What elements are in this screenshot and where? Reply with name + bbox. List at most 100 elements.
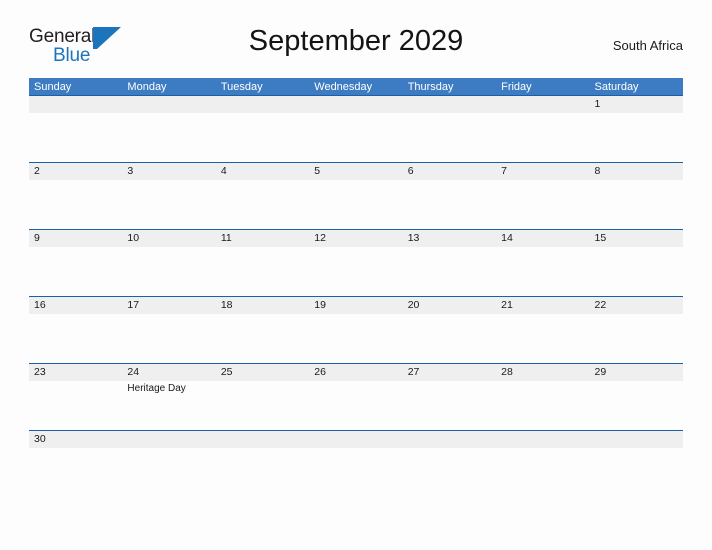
day-number-30[interactable]: 30: [29, 431, 122, 448]
calendar-grid: Sunday Monday Tuesday Wednesday Thursday Frid…: [29, 78, 683, 498]
page-header: General Blue September 2029 South Africa: [29, 22, 683, 70]
calendar-weeks: 1 2 3 4 5 6 7 8 9 10 11 12 13 14 15 16 17 18 19 20 21 22 23 24 2…: [29, 95, 683, 498]
day-event-cell: [29, 247, 122, 297]
day-event-cell: [216, 180, 309, 230]
week-events-row: [29, 247, 683, 297]
day-number-11[interactable]: 11: [216, 230, 309, 247]
day-number-10[interactable]: 10: [122, 230, 215, 247]
day-event-cell: [309, 247, 402, 297]
week-number-band: 2345678: [29, 163, 683, 180]
day-number-3[interactable]: 3: [122, 163, 215, 180]
week-events-row: [29, 113, 683, 163]
day-header-saturday: Saturday: [594, 81, 639, 93]
day-header-monday: Monday: [127, 81, 167, 93]
week-number-band: 1: [29, 96, 683, 113]
week-events-row: [29, 180, 683, 230]
day-event-cell: [216, 113, 309, 163]
day-event-cell: [403, 448, 496, 498]
region-label: South Africa: [612, 38, 683, 53]
day-number-4[interactable]: 4: [216, 163, 309, 180]
day-event-cell: [496, 180, 589, 230]
day-number-26[interactable]: 26: [309, 364, 402, 381]
day-event-cell[interactable]: Heritage Day: [122, 381, 215, 431]
day-number-7[interactable]: 7: [496, 163, 589, 180]
day-event-cell: [122, 113, 215, 163]
day-number-25[interactable]: 25: [216, 364, 309, 381]
day-number-6[interactable]: 6: [403, 163, 496, 180]
day-header-tuesday: Tuesday: [220, 81, 263, 93]
day-number-14[interactable]: 14: [496, 230, 589, 247]
day-event-cell: [216, 247, 309, 297]
day-number-16[interactable]: 16: [29, 297, 122, 314]
day-event-cell: [309, 113, 402, 163]
day-event-cell: [309, 381, 402, 431]
day-number-1[interactable]: 1: [590, 96, 683, 113]
day-header-friday: Friday: [501, 81, 532, 93]
day-event-cell: [29, 448, 122, 498]
day-event-cell: [496, 381, 589, 431]
day-number-18[interactable]: 18: [216, 297, 309, 314]
day-event-cell: [122, 180, 215, 230]
day-number-12[interactable]: 12: [309, 230, 402, 247]
day-event-cell: [122, 448, 215, 498]
day-event-cell: [216, 314, 309, 364]
day-number-29[interactable]: 29: [590, 364, 683, 381]
day-event-cell: [29, 180, 122, 230]
day-number-28[interactable]: 28: [496, 364, 589, 381]
day-event-cell: [403, 247, 496, 297]
day-number-8[interactable]: 8: [590, 163, 683, 180]
day-event-cell: [496, 448, 589, 498]
calendar-week-row: 9 10 11 12 13 14 15: [29, 229, 683, 297]
day-number-17[interactable]: 17: [122, 297, 215, 314]
day-event-cell: [29, 113, 122, 163]
day-header-wednesday: Wednesday: [314, 81, 373, 93]
day-event-cell: [122, 247, 215, 297]
day-event-cell: [590, 113, 683, 163]
day-number-15[interactable]: 15: [590, 230, 683, 247]
week-number-band: 23 24 25 26 27 28 29: [29, 364, 683, 381]
day-number-5[interactable]: 5: [309, 163, 402, 180]
day-event-cell: [590, 180, 683, 230]
day-number-13[interactable]: 13: [403, 230, 496, 247]
day-event-cell: [122, 314, 215, 364]
page-title: September 2029: [248, 25, 464, 57]
day-number-24[interactable]: 24: [122, 364, 215, 381]
day-number-19[interactable]: 19: [309, 297, 402, 314]
day-event-cell: [496, 314, 589, 364]
calendar-week-row: 1: [29, 95, 683, 163]
week-number-band: 9 10 11 12 13 14 15: [29, 230, 683, 247]
day-of-week-header-row: Sunday Monday Tuesday Wednesday Thursday Frid…: [29, 78, 683, 96]
day-number-2[interactable]: 2: [29, 163, 122, 180]
day-number-23[interactable]: 23: [29, 364, 122, 381]
day-event-cell: [216, 381, 309, 431]
day-number-27[interactable]: 27: [403, 364, 496, 381]
day-event-cell: [403, 381, 496, 431]
calendar-week-row: 16 17 18 19 20 21 22: [29, 296, 683, 364]
day-event-cell: [309, 180, 402, 230]
day-event-cell: [216, 448, 309, 498]
day-event-cell: [309, 314, 402, 364]
week-number-band: 30: [29, 431, 683, 448]
day-event-cell: [403, 180, 496, 230]
day-event-cell: [29, 314, 122, 364]
calendar-page: General Blue September 2029 South Africa…: [0, 0, 712, 550]
week-events-row: [29, 448, 683, 498]
day-event-cell: [590, 314, 683, 364]
day-event-cell: [403, 113, 496, 163]
week-events-row: Heritage Day: [29, 381, 683, 431]
day-number-21[interactable]: 21: [496, 297, 589, 314]
day-number-22[interactable]: 22: [590, 297, 683, 314]
day-event-cell: [309, 448, 402, 498]
day-number-9[interactable]: 9: [29, 230, 122, 247]
day-header-thursday: Thursday: [407, 81, 454, 93]
day-event-cell: [590, 247, 683, 297]
day-event-cell: [403, 314, 496, 364]
calendar-week-row: 30: [29, 430, 683, 498]
day-number-20[interactable]: 20: [403, 297, 496, 314]
holiday-label: Heritage Day: [127, 383, 186, 394]
day-event-cell: [496, 247, 589, 297]
calendar-week-row: 23 24 25 26 27 28 29 Heritage Day: [29, 363, 683, 431]
day-event-cell: [29, 381, 122, 431]
day-event-cell: [496, 113, 589, 163]
week-number-band: 16 17 18 19 20 21 22: [29, 297, 683, 314]
